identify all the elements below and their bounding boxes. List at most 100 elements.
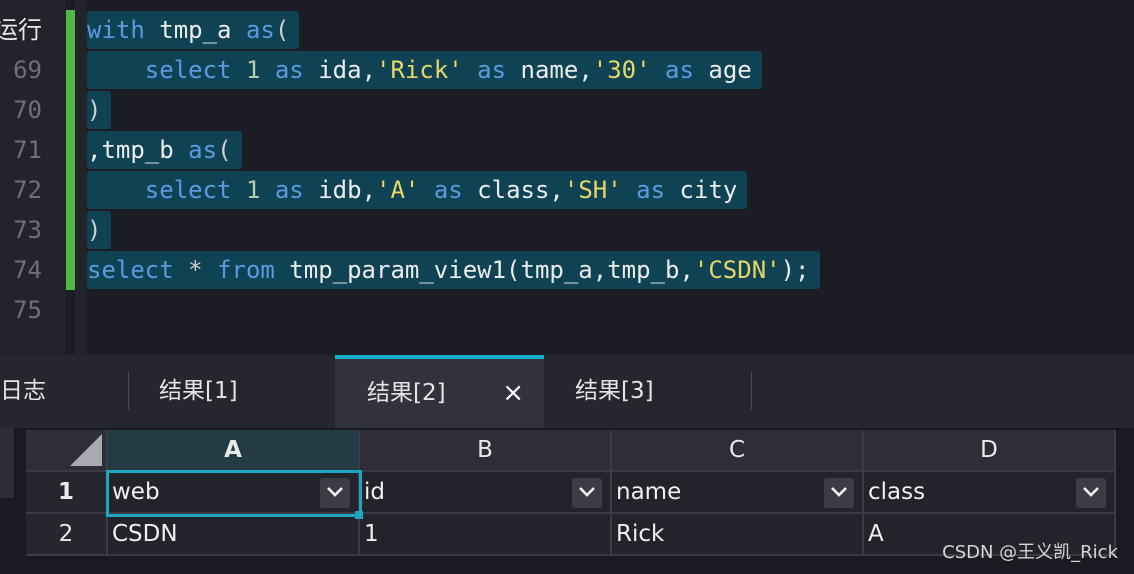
tab-result-3[interactable]: 结果[3] (545, 355, 750, 428)
code-token: '30' (592, 56, 651, 84)
column-header-d[interactable]: D (864, 430, 1116, 472)
header-cell-name[interactable]: name (612, 472, 864, 514)
code-token: ) (87, 216, 102, 244)
code-token: ); (780, 256, 810, 284)
watermark: CSDN @王义凯_Rick (942, 542, 1118, 563)
current-line-label: 运行 (0, 16, 42, 44)
table-cell[interactable]: 1 (360, 514, 612, 556)
selected-text: with tmp_a as( (87, 11, 300, 49)
line-number: 74 (13, 256, 42, 284)
close-icon[interactable]: × (502, 359, 524, 428)
chevron-down-icon (579, 487, 595, 497)
line-number: 72 (13, 176, 42, 204)
sql-editor[interactable]: 运行 69 70 71 72 73 74 75 with tmp_a as( s… (0, 0, 1134, 355)
cell-text: name (616, 479, 682, 505)
tab-log[interactable]: 日志 (0, 355, 128, 428)
selected-text: ,tmp_b as( (87, 131, 242, 169)
selected-text: select 1 as idb,'A' as class,'SH' as cit… (87, 171, 748, 209)
code-token: as (636, 176, 666, 204)
code-token: 'A' (376, 176, 420, 204)
row-header-1[interactable]: 1 (26, 472, 108, 514)
code-token: idb, (303, 176, 377, 204)
header-cell-web[interactable]: web (108, 472, 360, 514)
code-line[interactable]: select * from tmp_param_view1(tmp_a,tmp_… (87, 250, 820, 290)
line-number: 75 (13, 296, 42, 324)
filter-dropdown[interactable] (320, 478, 350, 508)
filter-dropdown[interactable] (1076, 478, 1106, 508)
line-number: 69 (13, 56, 42, 84)
code-token: ,tmp_b (87, 136, 189, 164)
code-token: ida, (303, 56, 377, 84)
line-number: 71 (13, 136, 42, 164)
select-all-triangle-icon (70, 434, 102, 466)
column-header-b[interactable]: B (360, 430, 612, 472)
modified-lines-marker (66, 10, 75, 290)
header-cell-id[interactable]: id (360, 472, 612, 514)
code-token: as (433, 176, 463, 204)
line-number: 70 (13, 96, 42, 124)
selected-text: select 1 as ida,'Rick' as name,'30' as a… (87, 51, 762, 89)
select-all-corner[interactable] (26, 430, 108, 472)
code-token: 1 (245, 56, 261, 84)
fill-handle[interactable] (355, 511, 363, 519)
code-token: with (87, 16, 145, 44)
tab-result-1[interactable]: 结果[1] (129, 355, 334, 428)
code-token: as (274, 56, 304, 84)
cell-text: class (868, 479, 926, 505)
code-token: tmp_a (144, 16, 246, 44)
cell-text: web (112, 479, 160, 505)
tab-result-3-label: 结果[3] (575, 378, 654, 404)
table-cell[interactable]: Rick (612, 514, 864, 556)
tab-log-label: 日志 (0, 378, 46, 404)
tab-result-2[interactable]: 结果[2] × (335, 355, 544, 428)
code-line[interactable]: ,tmp_b as( (87, 130, 242, 170)
code-token: ( (217, 136, 232, 164)
code-line[interactable]: select 1 as idb,'A' as class,'SH' as cit… (87, 170, 748, 210)
code-token: select (144, 176, 232, 204)
cell-text: id (364, 479, 385, 505)
chevron-down-icon (831, 487, 847, 497)
code-line[interactable]: select 1 as ida,'Rick' as name,'30' as a… (87, 50, 762, 90)
filter-dropdown[interactable] (824, 478, 854, 508)
fold-gutter (75, 0, 87, 355)
tab-result-1-label: 结果[1] (159, 378, 238, 404)
code-token: as (245, 16, 275, 44)
code-token: * (173, 256, 218, 284)
filter-dropdown[interactable] (572, 478, 602, 508)
code-token: 'SH' (563, 176, 622, 204)
code-token: tmp_param_view1(tmp_a,tmp_b, (274, 256, 694, 284)
line-number-gutter: 运行 69 70 71 72 73 74 75 (0, 0, 66, 355)
code-token: as (188, 136, 218, 164)
selected-text: ) (87, 211, 112, 249)
row-header-2[interactable]: 2 (26, 514, 108, 556)
code-token: as (665, 56, 694, 84)
column-header-a[interactable]: A (108, 430, 360, 472)
code-token: from (217, 256, 275, 284)
tab-divider (751, 372, 752, 410)
code-token: as (274, 176, 304, 204)
code-token: name, (506, 56, 593, 84)
code-token: class, (462, 176, 564, 204)
code-token: age (693, 56, 752, 84)
code-token: ( (274, 16, 290, 44)
code-line[interactable]: ) (87, 210, 112, 250)
code-line[interactable]: ) (87, 90, 112, 130)
code-token: select (87, 256, 174, 284)
chevron-down-icon (327, 487, 343, 497)
code-token: as (477, 56, 507, 84)
result-tab-bar: 日志 结果[1] 结果[2] × 结果[3] (0, 355, 1134, 428)
code-line[interactable]: with tmp_a as( (87, 10, 300, 50)
header-cell-class[interactable]: class (864, 472, 1116, 514)
table-cell[interactable]: CSDN (108, 514, 360, 556)
column-header-c[interactable]: C (612, 430, 864, 472)
line-number: 73 (13, 216, 42, 244)
tab-result-2-label: 结果[2] (367, 380, 446, 406)
